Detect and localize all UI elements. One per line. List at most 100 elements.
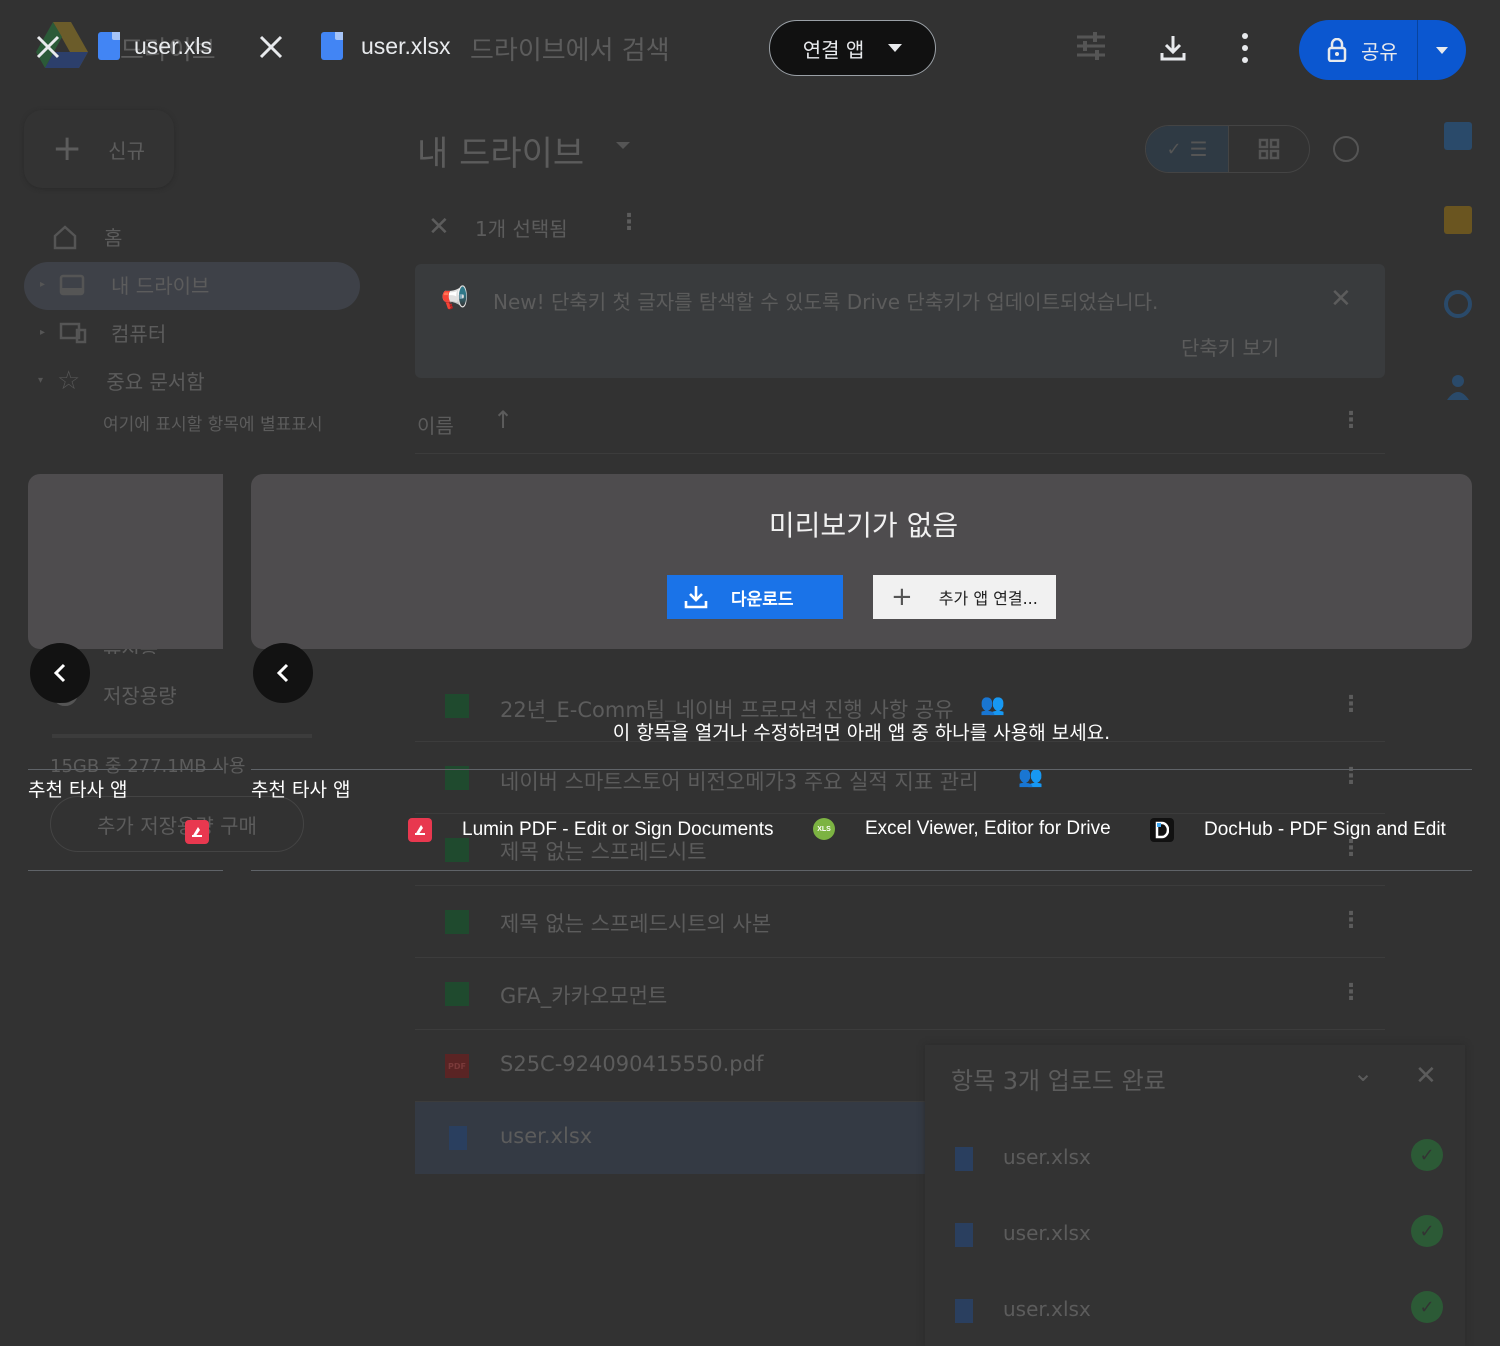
app-dochub[interactable]: DocHub - PDF Sign and Edit	[1150, 818, 1446, 842]
clear-selection-icon[interactable]: ✕	[428, 212, 450, 242]
info-icon[interactable]	[1333, 136, 1359, 162]
more-options-icon[interactable]	[1238, 33, 1252, 63]
caret-down-icon	[1436, 46, 1448, 54]
upload-close-icon[interactable]: ✕	[1415, 1061, 1437, 1091]
home-icon	[53, 224, 77, 249]
sidebar-item-starred[interactable]: ▾ ☆ 중요 문서함	[38, 366, 205, 395]
sort-name-header[interactable]: 이름	[417, 410, 454, 439]
recommended-label: 추천 타사 앱	[251, 779, 351, 801]
contacts-icon[interactable]	[1447, 374, 1469, 400]
filter-icon[interactable]	[1075, 32, 1107, 60]
doc-file-icon	[449, 1126, 467, 1150]
recommended-label-left: 추천 타사 앱	[28, 779, 128, 801]
try-apps-text: 이 항목을 열거나 수정하려면 아래 앱 중 하나를 사용해 보세요.	[612, 722, 1111, 744]
close-tab-icon[interactable]	[258, 34, 284, 60]
app-lumin-pdf[interactable]: Lumin PDF - Edit or Sign Documents	[408, 818, 774, 842]
megaphone-icon: 📢	[441, 286, 469, 311]
selection-count: 1개 선택됨	[475, 217, 568, 241]
row-more-icon[interactable]: ⋮	[1340, 692, 1362, 717]
sidebar-item-home[interactable]: 홈	[52, 222, 122, 251]
banner-link[interactable]: 단축키 보기	[1181, 332, 1279, 361]
download-icon[interactable]	[1158, 33, 1188, 63]
excel-viewer-icon: XLS	[813, 818, 835, 840]
open-with-button[interactable]: 연결 앱	[769, 20, 936, 76]
plus-icon: +	[52, 128, 83, 169]
no-preview-panel: 미리보기가 없음 다운로드 + 추가 앱 연결...	[251, 474, 1472, 649]
connect-more-label: 추가 앱 연결...	[938, 589, 1038, 608]
row-more-icon[interactable]: ⋮	[1340, 908, 1362, 933]
list-view-button[interactable]: ✓ ☰	[1146, 126, 1228, 172]
no-preview-title: 미리보기가 없음	[768, 509, 959, 542]
share-button[interactable]: 공유	[1299, 20, 1466, 80]
prev-file-button[interactable]	[30, 643, 90, 703]
grid-view-button[interactable]	[1228, 126, 1309, 172]
header-divider	[415, 453, 1385, 454]
keep-icon[interactable]	[1444, 206, 1472, 234]
tasks-icon[interactable]	[1444, 290, 1472, 318]
upload-item[interactable]: user.xlsx ✓	[955, 1139, 1443, 1177]
shared-icon: 👥	[980, 692, 1005, 716]
doc-file-icon	[98, 32, 120, 60]
search-input[interactable]: 드라이브에서 검색	[470, 30, 670, 67]
chevron-left-icon	[276, 663, 289, 683]
viewer-tab-title: user.xls	[134, 32, 212, 59]
lumin-pdf-icon[interactable]	[185, 820, 209, 844]
header-more-icon[interactable]: ⋮	[1340, 408, 1362, 433]
viewer-tab[interactable]: user.xls	[98, 32, 212, 60]
selection-more-icon[interactable]: ⋮	[618, 210, 640, 235]
file-row-selected[interactable]: user.xlsx	[415, 1102, 925, 1174]
download-icon	[684, 586, 708, 609]
starred-hint: 여기에 표시할 항목에 별표표시	[103, 415, 323, 435]
app-name: Excel Viewer, Editor for Drive	[865, 818, 1111, 839]
new-button[interactable]: + 신규	[24, 110, 174, 188]
caret-down-icon	[888, 44, 903, 52]
lumin-pdf-icon	[408, 818, 432, 842]
app-excel-viewer[interactable]: XLS Excel Viewer, Editor for Drive	[813, 818, 1111, 840]
list-icon: ☰	[1189, 137, 1208, 161]
file-row[interactable]: 네이버 스마트스토어 비전오메가3 주요 실적 지표 관리 👥 ⋮	[415, 742, 1385, 814]
check-icon: ✓	[1166, 138, 1182, 160]
check-circle-icon: ✓	[1411, 1291, 1443, 1323]
banner-text: New! 단축키 첫 글자를 탐색할 수 있도록 Drive 단축키가 업데이트…	[493, 290, 1159, 314]
app-name: DocHub - PDF Sign and Edit	[1204, 819, 1446, 840]
buy-storage-button[interactable]: 추가 저장용량 구매	[50, 796, 304, 852]
download-label: 다운로드	[731, 589, 794, 610]
doc-file-icon	[955, 1223, 973, 1247]
calendar-icon[interactable]	[1444, 122, 1472, 150]
row-more-icon[interactable]: ⋮	[1340, 764, 1362, 789]
shortcut-banner: 📢 New! 단축키 첫 글자를 탐색할 수 있도록 Drive 단축키가 업데…	[415, 264, 1385, 378]
banner-close-icon[interactable]: ✕	[1330, 284, 1352, 314]
row-more-icon[interactable]: ⋮	[1340, 980, 1362, 1005]
doc-file-icon	[321, 32, 343, 60]
close-viewer-icon[interactable]	[34, 33, 62, 61]
chevron-left-icon	[53, 663, 66, 683]
file-row[interactable]: 제목 없는 스프레드시트의 사본 ⋮	[415, 886, 1385, 958]
check-circle-icon: ✓	[1411, 1139, 1443, 1171]
sidebar-item-computers[interactable]: ▸ 컴퓨터	[40, 318, 166, 347]
sidebar-item-my-drive[interactable]: ▸ 내 드라이브	[40, 270, 209, 299]
check-circle-icon: ✓	[1411, 1215, 1443, 1247]
collapse-icon[interactable]: ⌄	[1353, 1059, 1373, 1087]
arrow-up-icon[interactable]: ↑	[493, 406, 513, 434]
sheets-shortcut-icon	[445, 982, 469, 1006]
plus-icon: +	[891, 582, 913, 612]
share-dropdown[interactable]	[1417, 20, 1466, 80]
file-row[interactable]: GFA_카카오모먼트 ⋮	[415, 958, 1385, 1030]
view-toggle[interactable]: ✓ ☰	[1145, 125, 1310, 173]
connect-more-apps-button[interactable]: + 추가 앱 연결...	[873, 575, 1056, 619]
upload-item[interactable]: user.xlsx ✓	[955, 1291, 1443, 1329]
viewer-tab[interactable]: user.xlsx	[321, 32, 450, 60]
dochub-icon	[1150, 818, 1174, 842]
previous-file-panel	[28, 474, 223, 649]
download-button[interactable]: 다운로드	[667, 575, 843, 619]
storage-label: 저장용량	[103, 684, 177, 708]
grid-icon	[1258, 138, 1280, 160]
chevron-down-icon[interactable]	[616, 142, 630, 149]
share-main[interactable]: 공유	[1299, 20, 1417, 80]
upload-item[interactable]: user.xlsx ✓	[955, 1215, 1443, 1253]
doc-file-icon	[955, 1299, 973, 1323]
prev-file-button-main[interactable]	[253, 643, 313, 703]
drive-icon	[59, 274, 85, 295]
star-icon: ☆	[57, 365, 81, 396]
share-label: 공유	[1361, 39, 1398, 64]
